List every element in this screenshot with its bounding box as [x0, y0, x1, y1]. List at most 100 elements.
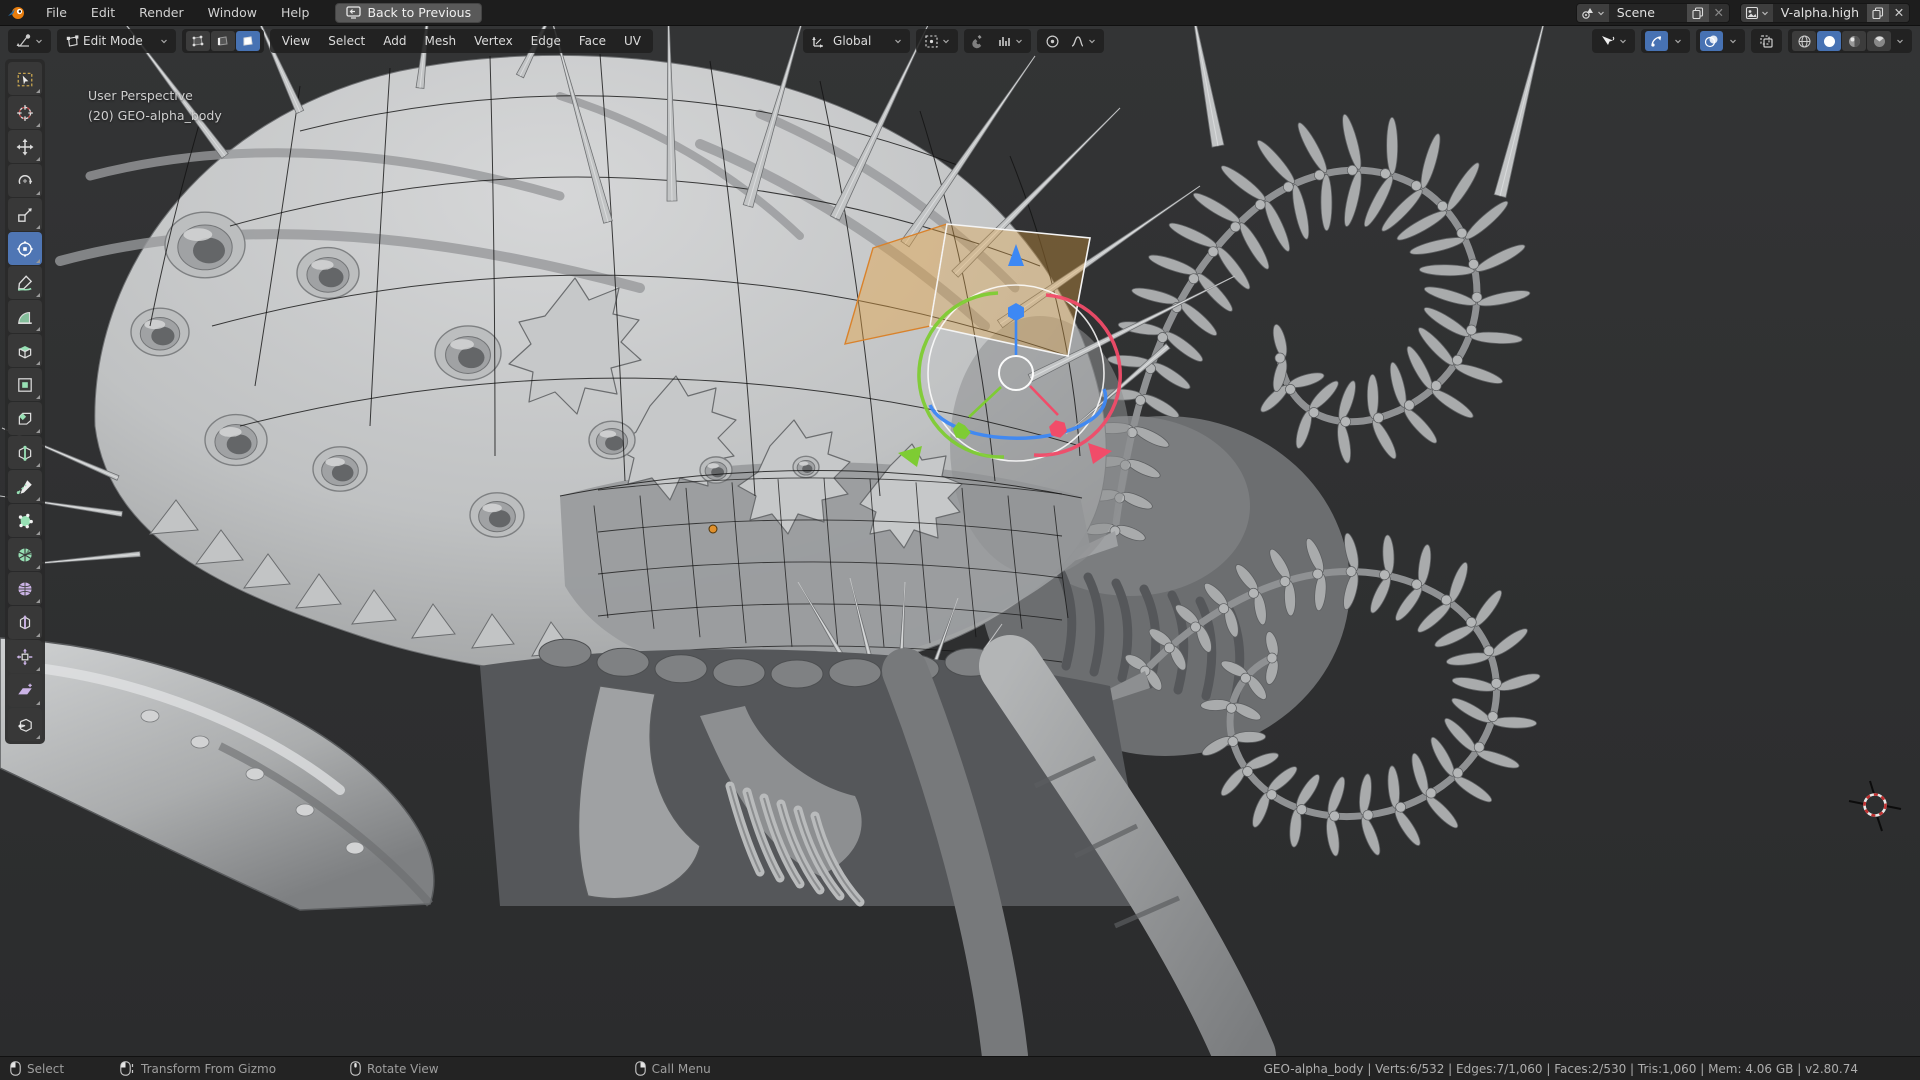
transform-orientation-group: Global [803, 29, 910, 53]
tool-shrink-fatten-button[interactable] [8, 640, 42, 673]
scene-unlink-button[interactable]: ✕ [1709, 4, 1729, 22]
menu-uv[interactable]: UV [616, 30, 649, 52]
chevron-down-icon [1088, 37, 1096, 45]
vertex-select-icon [191, 34, 205, 48]
tool-scale-button[interactable] [8, 198, 42, 231]
transform-icon [16, 240, 34, 258]
editor-type-button[interactable] [12, 31, 47, 51]
object-type-visibility-dropdown[interactable] [1596, 31, 1631, 51]
menu-edge[interactable]: Edge [523, 30, 569, 52]
viewport-3d[interactable]: Edit Mode [0, 26, 1920, 1056]
hint-transform-label: Transform From Gizmo [141, 1062, 276, 1076]
snap-settings-dropdown[interactable] [993, 31, 1027, 51]
tool-cursor-button[interactable] [8, 96, 42, 129]
menu-help[interactable]: Help [269, 0, 322, 25]
select-mode-edge-button[interactable] [211, 31, 235, 51]
toggle-xray-button[interactable] [1755, 31, 1778, 51]
tool-edge-slide-button[interactable] [8, 606, 42, 639]
menu-select[interactable]: Select [320, 30, 373, 52]
shading-material-button[interactable] [1842, 31, 1866, 51]
snap-toggle-button[interactable] [968, 31, 991, 51]
tool-move-button[interactable] [8, 130, 42, 163]
view-layer-selector: V-alpha.high ✕ [1740, 3, 1910, 23]
chevron-down-icon [1597, 9, 1605, 17]
blender-window: File Edit Render Window Help Back to Pre… [0, 0, 1920, 1080]
show-gizmos-toggle[interactable] [1645, 31, 1668, 51]
hint-select: Select [10, 1061, 64, 1076]
menu-face[interactable]: Face [571, 30, 614, 52]
edit-mode-icon [65, 34, 80, 49]
duplicate-icon [1872, 7, 1884, 19]
tool-shelf [5, 59, 45, 744]
tool-rotate-button[interactable] [8, 164, 42, 197]
tool-extrude-region-button[interactable] [8, 334, 42, 367]
chevron-down-icon [1896, 37, 1904, 45]
tool-poly-build-button[interactable] [8, 504, 42, 537]
scene-new-button[interactable] [1687, 4, 1709, 22]
tool-inset-faces-button[interactable] [8, 368, 42, 401]
view-layer-remove-button[interactable]: ✕ [1889, 4, 1909, 22]
shading-dropdown[interactable] [1892, 31, 1908, 51]
menu-mesh[interactable]: Mesh [417, 30, 465, 52]
xray-group [1751, 29, 1782, 53]
menu-window[interactable]: Window [196, 0, 269, 25]
scale-icon [16, 206, 34, 224]
menu-edit[interactable]: Edit [79, 0, 127, 25]
scene-render [0, 26, 1920, 1056]
view-layer-new-button[interactable] [1867, 4, 1889, 22]
tool-knife-button[interactable] [8, 470, 42, 503]
transform-orientation-dropdown[interactable]: Global [807, 31, 906, 51]
proportional-edit-toggle[interactable] [1041, 31, 1064, 51]
scene-stats: GEO-alpha_body | Verts:6/532 | Edges:7/1… [1264, 1062, 1910, 1076]
tool-rip-region-button[interactable] [8, 708, 42, 741]
view-layer-browse-button[interactable] [1741, 4, 1773, 22]
menu-vertex[interactable]: Vertex [466, 30, 521, 52]
proportional-edit-group [1037, 29, 1104, 53]
tool-measure-button[interactable] [8, 300, 42, 333]
mode-group: Edit Mode [57, 29, 176, 53]
magnet-icon [972, 34, 987, 49]
face-select-icon [241, 34, 255, 48]
tool-bevel-button[interactable] [8, 402, 42, 435]
smooth-icon [16, 580, 34, 598]
gizmos-dropdown[interactable] [1670, 31, 1686, 51]
tool-select-box-button[interactable] [8, 62, 42, 95]
proportional-falloff-dropdown[interactable] [1066, 31, 1100, 51]
scene-browse-button[interactable] [1577, 4, 1609, 22]
tool-annotate-button[interactable] [8, 266, 42, 299]
snap-increment-icon [997, 34, 1012, 49]
tool-transform-button[interactable] [8, 232, 42, 265]
inset-faces-icon [16, 376, 34, 394]
gizmo-icon [1649, 34, 1664, 49]
back-to-previous-button[interactable]: Back to Previous [335, 3, 482, 23]
tool-smooth-button[interactable] [8, 572, 42, 605]
menu-add[interactable]: Add [375, 30, 414, 52]
shading-wireframe-button[interactable] [1792, 31, 1816, 51]
chevron-down-icon [1729, 37, 1737, 45]
tool-spin-button[interactable] [8, 538, 42, 571]
blender-logo-icon[interactable] [0, 5, 34, 21]
wireframe-shading-icon [1797, 34, 1812, 49]
select-mode-vertex-button[interactable] [186, 31, 210, 51]
menu-view[interactable]: View [274, 30, 318, 52]
select-box-icon [16, 70, 34, 88]
overlays-dropdown[interactable] [1725, 31, 1741, 51]
show-overlays-toggle[interactable] [1700, 31, 1723, 51]
view-layer-name-field[interactable]: V-alpha.high [1773, 5, 1867, 20]
select-visibility-group [1592, 29, 1635, 53]
menu-file[interactable]: File [34, 0, 79, 25]
tool-loop-cut-button[interactable] [8, 436, 42, 469]
chevron-down-icon [1619, 37, 1627, 45]
menu-render[interactable]: Render [127, 0, 196, 25]
knife-icon [16, 478, 34, 496]
tool-shear-button[interactable] [8, 674, 42, 707]
status-bar: Select Transform From Gizmo Rotate View … [0, 1056, 1920, 1080]
pivot-point-group [916, 29, 958, 53]
proportional-edit-icon [1045, 34, 1060, 49]
mode-selector[interactable]: Edit Mode [61, 31, 172, 51]
pivot-point-dropdown[interactable] [920, 31, 954, 51]
shading-solid-button[interactable] [1817, 31, 1841, 51]
select-mode-face-button[interactable] [236, 31, 260, 51]
scene-name-field[interactable]: Scene [1609, 5, 1687, 20]
shading-rendered-button[interactable] [1867, 31, 1891, 51]
